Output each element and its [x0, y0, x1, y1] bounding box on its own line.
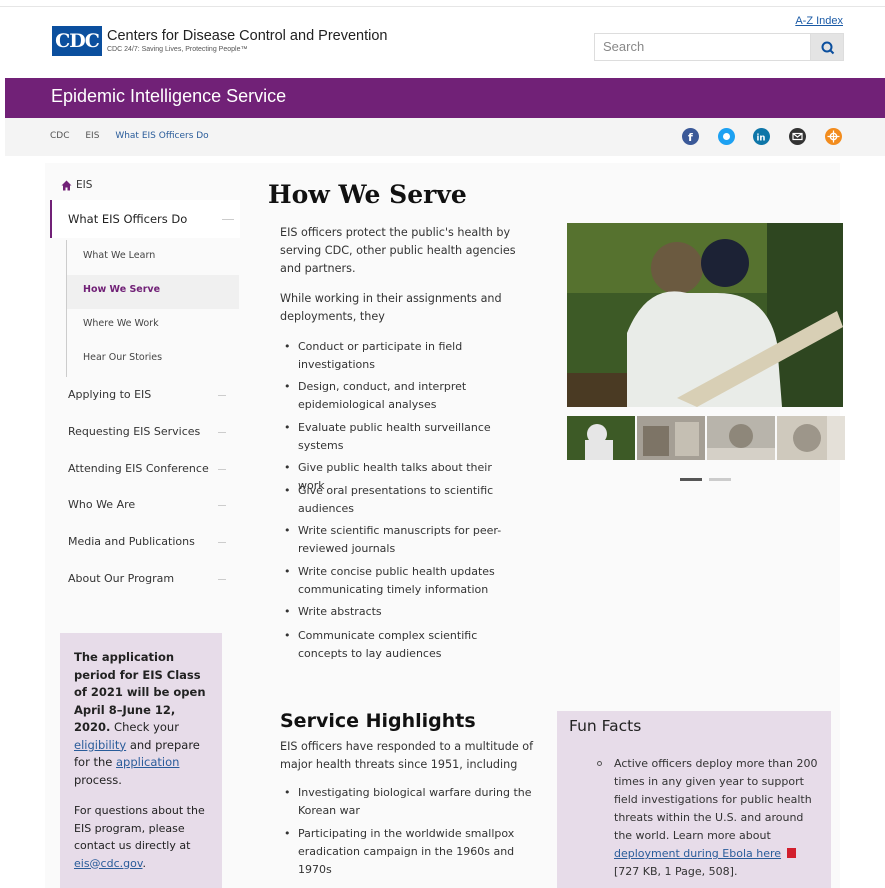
- banner-title[interactable]: Epidemic Intelligence Service: [51, 86, 286, 107]
- sidebar-home-label: EIS: [76, 179, 93, 191]
- syndicate-icon[interactable]: [825, 128, 842, 145]
- fun-facts-text: Active officers deploy more than 200 tim…: [614, 755, 819, 881]
- facebook-icon[interactable]: f: [682, 128, 699, 145]
- sidebar-parent-label: What EIS Officers Do: [68, 212, 188, 226]
- service-highlights-title: Service Highlights: [280, 710, 476, 732]
- fun-facts-title: Fun Facts: [569, 717, 642, 735]
- sidebar-item-conference[interactable]: Attending EIS Conference: [68, 462, 209, 475]
- list-item: Write abstracts: [284, 603, 518, 621]
- page-title: How We Serve: [268, 180, 467, 209]
- site-tagline: CDC 24/7: Saving Lives, Protecting Peopl…: [107, 46, 248, 53]
- eligibility-link[interactable]: eligibility: [74, 738, 126, 752]
- sidebar-item-media[interactable]: Media and Publications: [68, 535, 195, 548]
- site-title[interactable]: Centers for Disease Control and Preventi…: [107, 28, 387, 44]
- intro-paragraph-2: While working in their assignments and d…: [280, 292, 502, 323]
- application-process: process.: [74, 772, 122, 787]
- carousel-main-photo[interactable]: [567, 223, 843, 407]
- fun-facts-body: Active officers deploy more than 200 tim…: [614, 757, 818, 842]
- carousel-thumbnail[interactable]: [777, 416, 845, 460]
- collapse-icon[interactable]: [222, 219, 234, 220]
- list-item: Write concise public health updates comm…: [284, 563, 518, 599]
- sidebar-item-applying[interactable]: Applying to EIS: [68, 388, 151, 401]
- list-item: Communicate complex scientific concepts …: [284, 627, 518, 663]
- sidebar-item-who-we-are[interactable]: Who We Are: [68, 498, 135, 511]
- expand-icon[interactable]: [218, 579, 226, 580]
- sidebar-subitem-hear-our-stories[interactable]: Hear Our Stories: [83, 352, 162, 363]
- application-callout: The application period for EIS Class of …: [60, 633, 222, 888]
- application-text: The application period for EIS Class of …: [74, 649, 214, 789]
- email-icon[interactable]: [789, 128, 806, 145]
- email-link[interactable]: eis@cdc.gov: [74, 857, 143, 870]
- list-item: Design, conduct, and interpret epidemiol…: [284, 378, 518, 414]
- breadcrumb-bar: CDC EIS What EIS Officers Do f in: [5, 118, 885, 156]
- application-contact: For questions about the EIS program, ple…: [74, 802, 214, 872]
- pdf-info: [727 KB, 1 Page, 508]: [614, 865, 734, 878]
- expand-icon[interactable]: [218, 542, 226, 543]
- carousel-thumbnail[interactable]: [567, 416, 635, 460]
- expand-icon[interactable]: [218, 395, 226, 396]
- sidebar-sublist: What We Learn How We Serve Where We Work…: [66, 240, 239, 377]
- breadcrumb-cdc[interactable]: CDC: [50, 131, 70, 141]
- expand-icon[interactable]: [218, 469, 226, 470]
- contact-end: .: [142, 856, 147, 870]
- service-highlights-intro: EIS officers have responded to a multitu…: [280, 740, 534, 771]
- carousel-thumbnail[interactable]: [637, 416, 705, 460]
- breadcrumb: CDC EIS What EIS Officers Do: [50, 131, 222, 141]
- bullet-icon: [597, 761, 602, 766]
- expand-icon[interactable]: [218, 505, 226, 506]
- pdf-icon: [786, 848, 796, 858]
- breadcrumb-current[interactable]: What EIS Officers Do: [115, 131, 208, 141]
- carousel-thumbnail[interactable]: [707, 416, 775, 460]
- breadcrumb-eis[interactable]: EIS: [85, 131, 99, 141]
- fun-facts-box: Fun Facts Active officers deploy more th…: [557, 711, 831, 888]
- sidebar-subitem-where-we-work[interactable]: Where We Work: [83, 318, 159, 329]
- search-button[interactable]: [810, 33, 844, 61]
- list-item: Investigating biological warfare during …: [284, 784, 538, 820]
- application-link[interactable]: application: [116, 755, 179, 769]
- intro-paragraph: EIS officers protect the public's health…: [280, 226, 516, 275]
- sidebar-home-link[interactable]: EIS: [61, 179, 92, 191]
- cdc-logo[interactable]: CDC: [52, 26, 102, 56]
- search-input[interactable]: Search: [594, 33, 810, 61]
- fun-facts-end: .: [733, 865, 738, 878]
- top-rule: [0, 6, 885, 7]
- home-icon: [61, 180, 72, 190]
- sidebar-item-about[interactable]: About Our Program: [68, 572, 174, 585]
- linkedin-icon[interactable]: in: [753, 128, 770, 145]
- application-check: Check your: [110, 720, 179, 734]
- list-item: Conduct or participate in field investig…: [284, 338, 518, 374]
- sidebar-item-requesting[interactable]: Requesting EIS Services: [68, 425, 200, 438]
- list-item: Write scientific manuscripts for peer-re…: [284, 522, 518, 558]
- svg-text:in: in: [757, 134, 766, 144]
- twitter-icon[interactable]: [718, 128, 735, 145]
- list-item: Participating in the worldwide smallpox …: [284, 825, 538, 879]
- site-banner: Epidemic Intelligence Service: [5, 78, 885, 118]
- list-item: Evaluate public health surveillance syst…: [284, 419, 518, 455]
- carousel-indicator-active[interactable]: [680, 478, 702, 481]
- ebola-deployment-link[interactable]: deployment during Ebola here: [614, 847, 781, 860]
- sidebar-item-what-eis-officers-do[interactable]: What EIS Officers Do: [50, 200, 240, 238]
- sidebar-subitem-what-we-learn[interactable]: What We Learn: [83, 250, 155, 261]
- contact-text: For questions about the EIS program, ple…: [74, 804, 205, 852]
- carousel-indicator[interactable]: [709, 478, 731, 481]
- sidebar-subitem-how-we-serve[interactable]: How We Serve: [83, 284, 160, 295]
- az-index-link[interactable]: A-Z Index: [795, 15, 843, 27]
- list-item: Give oral presentations to scientific au…: [284, 482, 518, 518]
- search-icon: [821, 41, 835, 55]
- expand-icon[interactable]: [218, 432, 226, 433]
- svg-text:f: f: [688, 131, 693, 144]
